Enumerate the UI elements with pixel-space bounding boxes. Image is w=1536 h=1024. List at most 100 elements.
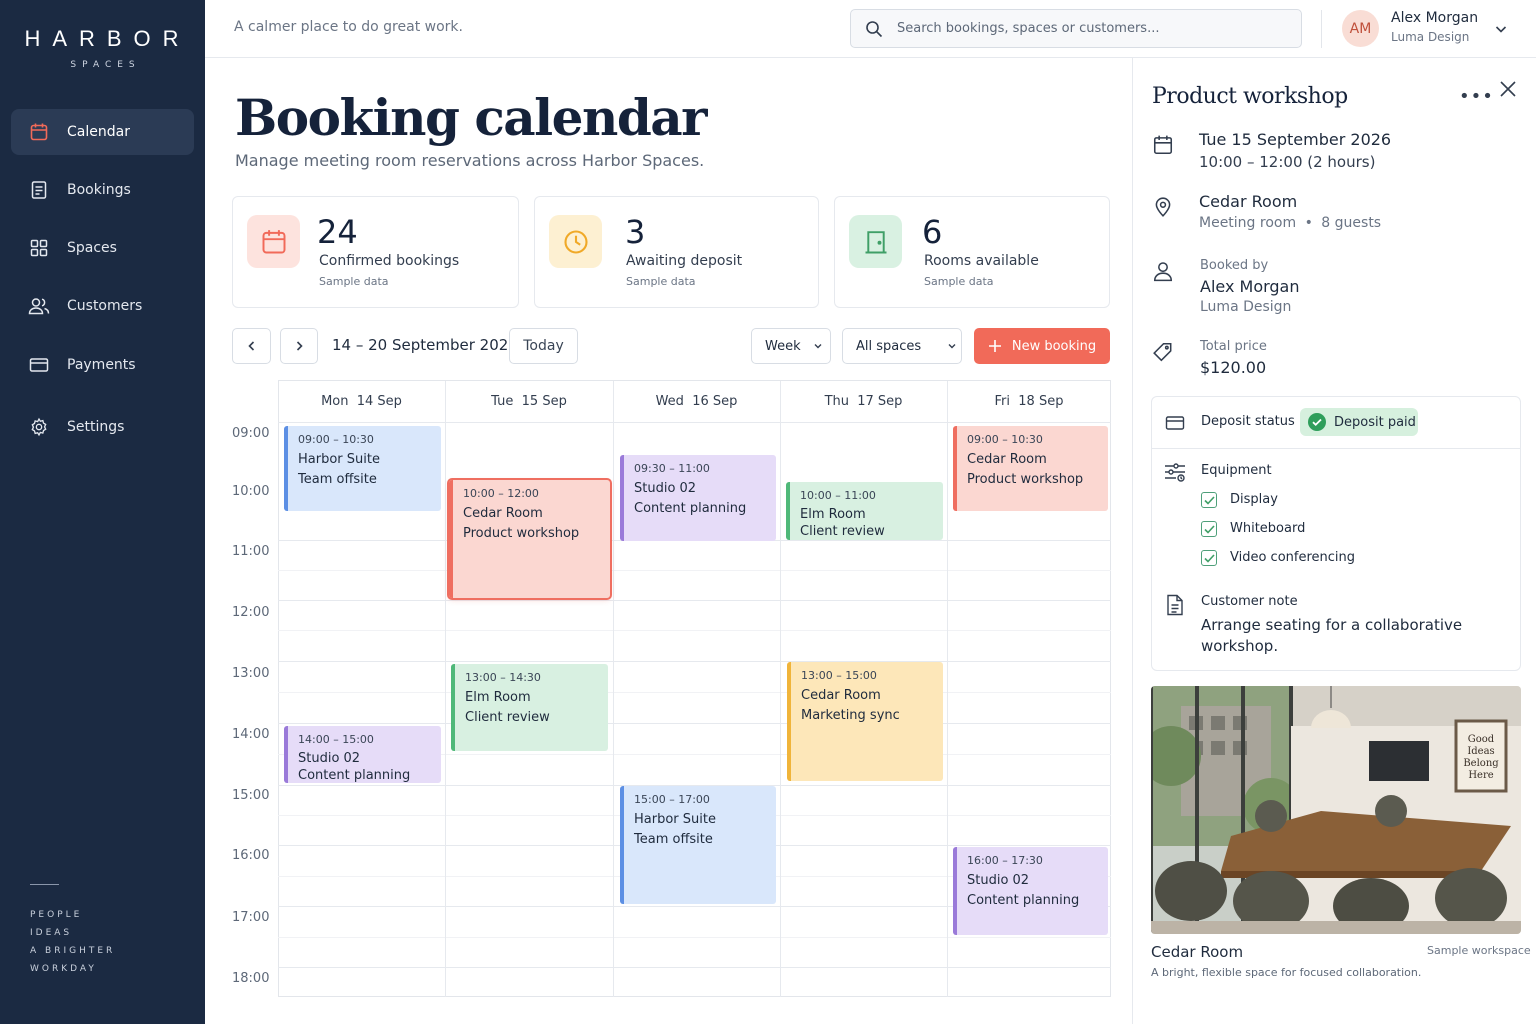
chevron-left-icon xyxy=(246,340,258,352)
day-name: Mon xyxy=(321,394,349,409)
grid-column-line xyxy=(947,380,948,997)
grid-line xyxy=(278,570,1111,571)
logo-wordmark: HARBOR xyxy=(24,26,191,51)
close-icon[interactable] xyxy=(1499,80,1517,98)
hour-label: 13:00 xyxy=(232,666,270,681)
separator-dot: • xyxy=(1304,215,1313,231)
event-purpose: Team offsite xyxy=(634,832,713,847)
avatar[interactable]: AM xyxy=(1342,10,1379,47)
day-name: Tue xyxy=(491,394,514,409)
stat-card-rooms: 6 Rooms available Sample data xyxy=(834,196,1110,308)
sign-line: Ideas xyxy=(1467,746,1494,757)
chevron-right-icon xyxy=(293,340,305,352)
booking-event[interactable]: 13:00 – 14:30 Elm Room Client review xyxy=(451,664,608,751)
booking-event[interactable]: 09:00 – 10:30 Harbor Suite Team offsite xyxy=(284,426,441,511)
sign-line: Good xyxy=(1468,734,1495,745)
detail-room-type: Meeting room xyxy=(1199,215,1297,231)
tagline-line: A BRIGHTER xyxy=(30,946,116,956)
event-time: 15:00 – 17:00 xyxy=(634,793,710,806)
checkbox-display[interactable] xyxy=(1201,492,1217,508)
event-room: Studio 02 xyxy=(634,481,697,496)
hour-label: 14:00 xyxy=(232,727,270,742)
event-room: Studio 02 xyxy=(298,751,361,766)
booking-event[interactable]: 15:00 – 17:00 Harbor Suite Team offsite xyxy=(620,786,776,904)
spaces-filter-select[interactable]: All spaces xyxy=(842,328,962,364)
sidebar-item-settings[interactable]: Settings xyxy=(11,404,194,450)
hour-label: 18:00 xyxy=(232,971,270,986)
booking-event-selected[interactable]: 10:00 – 12:00 Cedar Room Product worksho… xyxy=(447,478,612,600)
prev-week-button[interactable] xyxy=(232,328,271,364)
search-box[interactable] xyxy=(850,9,1302,48)
hour-label: 16:00 xyxy=(232,848,270,863)
event-purpose: Team offsite xyxy=(298,472,377,487)
event-purpose: Marketing sync xyxy=(801,708,900,723)
users-icon xyxy=(11,296,67,316)
checkbox-whiteboard[interactable] xyxy=(1201,521,1217,537)
event-room: Elm Room xyxy=(800,507,866,522)
booking-event[interactable]: 13:00 – 15:00 Cedar Room Marketing sync xyxy=(787,662,943,781)
sidebar-item-bookings[interactable]: Bookings xyxy=(11,167,194,213)
grid-line xyxy=(278,422,1111,423)
today-button[interactable]: Today xyxy=(509,328,578,364)
new-booking-button[interactable]: New booking xyxy=(974,328,1110,364)
user-name[interactable]: Alex Morgan xyxy=(1391,10,1478,26)
grid-column-line xyxy=(445,380,446,997)
checkbox-video-conferencing[interactable] xyxy=(1201,550,1217,566)
day-name: Wed xyxy=(655,394,684,409)
view-select-value: Week xyxy=(765,338,801,354)
booking-event[interactable]: 16:00 – 17:30 Studio 02 Content planning xyxy=(953,847,1108,935)
booking-event[interactable]: 14:00 – 15:00 Studio 02 Content planning xyxy=(284,726,441,783)
sidebar-item-spaces[interactable]: Spaces xyxy=(11,225,194,271)
event-time: 09:00 – 10:30 xyxy=(967,433,1043,446)
photo-tag: Sample workspace xyxy=(1427,944,1531,957)
event-purpose: Product workshop xyxy=(967,472,1084,487)
sign-line: Belong xyxy=(1463,758,1499,769)
sidebar-item-customers[interactable]: Customers xyxy=(11,283,194,329)
stat-note: Sample data xyxy=(924,275,994,288)
sidebar-item-calendar[interactable]: Calendar xyxy=(11,109,194,155)
hour-label: 09:00 xyxy=(232,426,270,441)
search-input[interactable] xyxy=(897,21,1287,36)
sidebar-item-payments[interactable]: Payments xyxy=(11,342,194,388)
document-icon xyxy=(11,180,67,200)
credit-card-icon xyxy=(11,355,67,375)
room-photo: Good Ideas Belong Here xyxy=(1151,686,1521,934)
top-bar: A calmer place to do great work. AM Alex… xyxy=(205,0,1536,58)
grid-icon xyxy=(11,238,67,258)
equipment-item: Whiteboard xyxy=(1230,521,1306,536)
detail-guests: 8 guests xyxy=(1321,215,1382,231)
location-pin-icon xyxy=(1152,196,1174,218)
grid-line xyxy=(278,967,1111,968)
day-header-thu: Thu 17 Sep xyxy=(780,380,947,422)
search-icon xyxy=(851,20,897,38)
top-tagline: A calmer place to do great work. xyxy=(234,19,463,35)
booking-event[interactable]: 09:00 – 10:30 Cedar Room Product worksho… xyxy=(953,426,1108,511)
booking-event[interactable]: 10:00 – 11:00 Elm Room Client review xyxy=(786,482,943,540)
user-org: Luma Design xyxy=(1391,30,1470,44)
view-select[interactable]: Week xyxy=(751,328,831,364)
sidebar-item-label: Bookings xyxy=(67,182,131,198)
booking-detail-panel: Product workshop ••• Tue 15 September 20… xyxy=(1132,58,1536,1024)
day-header-tue: Tue 15 Sep xyxy=(445,380,613,422)
hour-label: 10:00 xyxy=(232,484,270,499)
event-room: Harbor Suite xyxy=(634,812,716,827)
stat-label: Rooms available xyxy=(924,253,1039,269)
sign-line: Here xyxy=(1468,770,1493,781)
more-icon[interactable]: ••• xyxy=(1459,86,1494,107)
photo-caption: Cedar Room xyxy=(1151,943,1244,961)
event-time: 13:00 – 14:30 xyxy=(465,671,541,684)
chevron-down-icon[interactable] xyxy=(1494,22,1508,36)
event-purpose: Content planning xyxy=(634,501,747,516)
day-header-wed: Wed 16 Sep xyxy=(613,380,780,422)
stat-value: 6 xyxy=(922,213,943,251)
event-purpose: Client review xyxy=(800,524,885,539)
price-label: Total price xyxy=(1200,339,1267,354)
day-name: Thu xyxy=(824,394,849,409)
booking-event[interactable]: 09:30 – 11:00 Studio 02 Content planning xyxy=(620,455,776,541)
sliders-icon xyxy=(1164,462,1186,482)
next-week-button[interactable] xyxy=(280,328,318,364)
calendar-icon xyxy=(247,215,300,268)
event-room: Cedar Room xyxy=(463,506,543,521)
sidebar-item-label: Customers xyxy=(67,298,143,314)
sidebar-item-label: Spaces xyxy=(67,240,117,256)
